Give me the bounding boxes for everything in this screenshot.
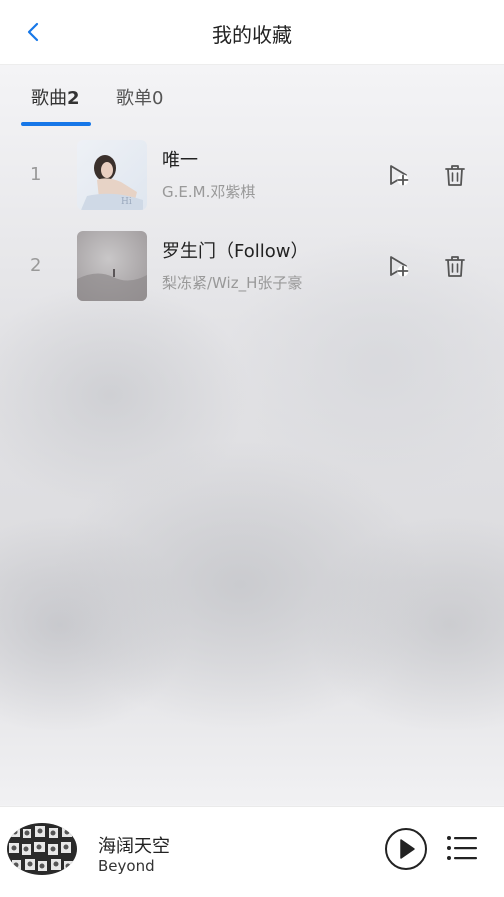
album-cover: Hi [77, 140, 147, 210]
active-tab-indicator [21, 122, 91, 126]
song-index: 2 [30, 255, 42, 276]
song-list: 1 Hi 唯一 G.E.M.邓紫棋 2 罗生门（Follow） 梨冻紧/Wiz_… [0, 128, 504, 310]
tab-playlists[interactable]: 歌单0 [116, 84, 163, 110]
song-title: 唯一 [162, 150, 198, 171]
play-button[interactable] [384, 827, 428, 871]
song-artist: G.E.M.邓紫棋 [162, 183, 256, 201]
song-artist: 梨冻紧/Wiz_H张子豪 [162, 274, 303, 292]
delete-button[interactable] [442, 253, 468, 279]
play-icon [385, 828, 427, 870]
now-playing-cover[interactable] [7, 823, 77, 875]
playlist-button[interactable] [446, 835, 478, 861]
tab-playlists-count: 0 [152, 88, 164, 109]
tab-bar: 歌曲2 歌单0 [0, 65, 504, 127]
song-title: 罗生门（Follow） [162, 241, 309, 262]
now-playing-artist: Beyond [98, 857, 155, 875]
now-playing-title: 海阔天空 [98, 836, 170, 857]
album-cover [77, 231, 147, 301]
mini-player[interactable]: 海阔天空 Beyond [0, 806, 504, 897]
tab-songs[interactable]: 歌曲2 [31, 84, 80, 110]
playlist-icon [447, 836, 477, 860]
svg-text:Hi: Hi [121, 197, 132, 207]
page-title: 我的收藏 [212, 23, 292, 47]
header-bar: 我的收藏 [0, 0, 504, 65]
song-index: 1 [30, 164, 42, 185]
tab-playlists-label: 歌单 [116, 88, 152, 109]
song-row[interactable]: 2 罗生门（Follow） 梨冻紧/Wiz_H张子豪 [0, 219, 504, 310]
delete-button[interactable] [442, 162, 468, 188]
add-to-playlist-icon [390, 256, 409, 277]
tab-songs-count: 2 [67, 88, 80, 109]
trash-icon [445, 165, 465, 186]
add-to-playlist-icon [390, 165, 409, 186]
trash-icon [445, 256, 465, 277]
add-to-playlist-button[interactable] [386, 253, 412, 279]
add-to-playlist-button[interactable] [386, 162, 412, 188]
song-row[interactable]: 1 Hi 唯一 G.E.M.邓紫棋 [0, 128, 504, 219]
tab-songs-label: 歌曲 [31, 88, 67, 109]
